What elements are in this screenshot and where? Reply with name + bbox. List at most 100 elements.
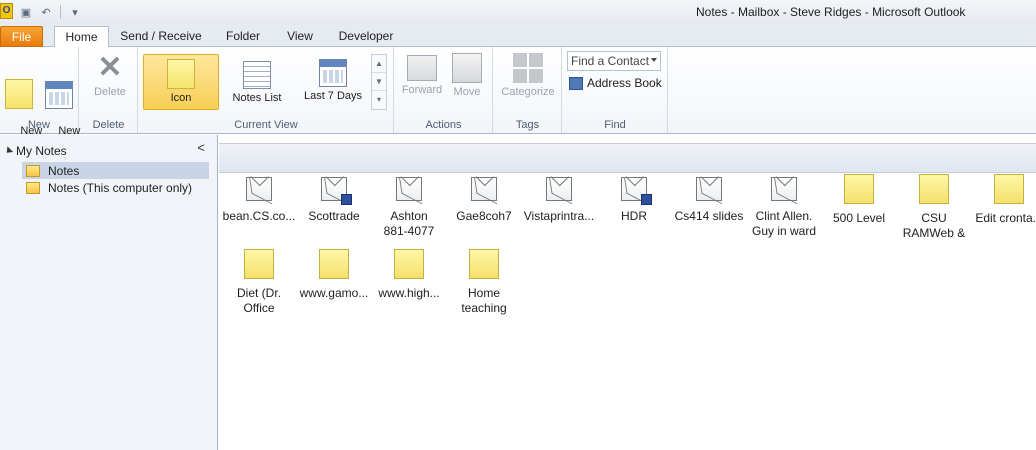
my-notes-header[interactable]: My Notes <box>3 143 210 159</box>
view-gallery-scrollbar[interactable]: ▲ ▼ ▾ <box>371 54 387 110</box>
note-label: Cs414 slides <box>674 209 744 223</box>
tab-home[interactable]: Home <box>54 26 109 48</box>
envelope-icon <box>246 177 272 201</box>
note-item[interactable]: Home teaching <box>444 249 524 316</box>
note-label: Guy in ward <box>751 224 817 238</box>
note-item[interactable]: Cs414 slides <box>669 177 749 224</box>
note-item[interactable]: Ashton 881-4077 <box>369 177 449 239</box>
delete-group: ✕ Delete Delete <box>80 47 138 133</box>
note-item[interactable]: www.gamo... <box>294 249 374 301</box>
nav-item-notes[interactable]: Notes <box>22 162 209 179</box>
nav-item-label: Notes <box>48 163 80 178</box>
sticky-note-icon <box>394 249 424 279</box>
send-receive-icon[interactable]: ▣ <box>18 4 34 20</box>
gallery-more-icon[interactable]: ▾ <box>372 91 386 109</box>
new-group: New Note New Items ▾ New <box>0 47 80 150</box>
icon-view-content: Icon <box>160 59 202 105</box>
notes-folder-icon <box>26 181 40 194</box>
sticky-note-icon <box>167 59 195 89</box>
note-item[interactable]: Clint Allen. Guy in ward <box>744 177 824 239</box>
tab-folder[interactable]: Folder <box>218 26 268 47</box>
note-label: Ashton <box>390 209 428 223</box>
note-item[interactable]: Diet (Dr. Office <box>219 249 299 316</box>
note-item[interactable]: Edit cronta... <box>969 174 1036 226</box>
note-label: Gae8coh7 <box>456 209 512 223</box>
note-item[interactable]: Vistaprintra... <box>519 177 599 224</box>
address-book-button[interactable]: Address Book <box>569 76 662 90</box>
chevron-down-icon[interactable] <box>651 58 657 62</box>
quick-access-toolbar: ▣ ↶ ▾ <box>18 2 83 22</box>
tags-group: Categorize Tags <box>494 47 562 133</box>
tags-group-label: Tags <box>515 119 540 131</box>
actions-group: Forward Move Actions <box>395 47 493 133</box>
new-group-label: New <box>27 119 50 131</box>
ribbon-tabs: File Home Send / Receive Folder View Dev… <box>0 24 1036 48</box>
note-label: Edit cronta... <box>975 211 1036 225</box>
gallery-up-icon[interactable]: ▲ <box>372 55 386 73</box>
sticky-note-icon <box>244 249 274 279</box>
note-label: Home <box>467 286 500 300</box>
ribbon: New Note New Items ▾ New ✕ Delete Delete… <box>0 47 1036 150</box>
last-7-days-label: Last 7 Days <box>303 90 363 102</box>
move-icon <box>452 53 482 83</box>
notes-list-view-button[interactable]: Notes List <box>226 61 288 105</box>
notes-list-icon <box>243 61 271 89</box>
tab-developer[interactable]: Developer <box>334 26 398 47</box>
move-button[interactable]: Move <box>447 53 487 99</box>
notes-list-label: Notes List <box>232 92 282 104</box>
outlook-app-icon[interactable]: O <box>0 3 13 19</box>
note-label: RAMWeb & <box>902 226 966 240</box>
envelope-attachment-icon <box>321 177 352 205</box>
note-item[interactable]: www.high... <box>369 249 449 301</box>
note-label: www.gamo... <box>299 286 369 300</box>
forward-button[interactable]: Forward <box>399 55 445 97</box>
last-7-days-view-button[interactable]: Last 7 Days <box>300 59 366 103</box>
envelope-icon <box>771 177 797 201</box>
envelope-attachment-icon <box>621 177 652 205</box>
find-contact-input[interactable]: Find a Contact <box>567 51 661 71</box>
note-item[interactable]: HDR <box>594 177 674 224</box>
note-label: www.high... <box>378 286 440 300</box>
shortcut-overlay-icon <box>341 194 352 205</box>
note-label: Office <box>243 301 275 315</box>
forward-icon <box>407 55 437 81</box>
notes-folder-icon <box>26 164 40 177</box>
note-label: HDR <box>621 209 647 223</box>
note-item[interactable]: CSU RAMWeb & <box>894 174 974 241</box>
sticky-note-icon <box>919 174 949 204</box>
tab-view[interactable]: View <box>280 26 320 47</box>
delete-x-icon: ✕ <box>97 51 123 84</box>
gallery-down-icon[interactable]: ▼ <box>372 73 386 91</box>
customize-toolbar-icon[interactable]: ▾ <box>67 4 83 20</box>
note-item[interactable]: Scottrade <box>294 177 374 224</box>
actions-group-label: Actions <box>425 119 462 131</box>
delete-label: Delete <box>94 86 126 98</box>
find-group-label: Find <box>604 119 626 131</box>
title-bar: O ▣ ↶ ▾ Notes - Mailbox - Steve Ridges -… <box>0 0 1036 24</box>
note-label: Clint Allen. <box>755 209 813 223</box>
note-label: 881-4077 <box>383 224 435 238</box>
last-7-days-icon <box>319 59 347 87</box>
window-title: Notes - Mailbox - Steve Ridges - Microso… <box>696 5 966 19</box>
tab-send-receive[interactable]: Send / Receive <box>118 26 204 47</box>
nav-item-notes-local[interactable]: Notes (This computer only) <box>22 179 209 196</box>
navigation-pane: My Notes < Notes Notes (This computer on… <box>0 135 218 450</box>
delete-group-label: Delete <box>92 119 125 131</box>
sticky-note-icon <box>469 249 499 279</box>
collapse-pane-icon[interactable]: < <box>197 140 205 155</box>
my-notes-label: My Notes <box>16 144 67 158</box>
move-label: Move <box>453 86 481 98</box>
note-item[interactable]: bean.CS.co... <box>219 177 299 224</box>
note-label: CSU <box>921 211 947 225</box>
undo-icon[interactable]: ↶ <box>38 4 54 20</box>
new-items-icon <box>45 81 73 109</box>
note-item[interactable]: Gae8coh7 <box>444 177 524 224</box>
toolbar-separator <box>60 5 61 19</box>
forward-label: Forward <box>401 84 443 96</box>
delete-button[interactable]: ✕ Delete <box>90 53 130 99</box>
note-label: Diet (Dr. <box>236 286 281 300</box>
tab-file[interactable]: File <box>0 26 43 47</box>
categorize-button[interactable]: Categorize <box>498 53 558 99</box>
note-item[interactable]: 500 Level <box>819 174 899 226</box>
expand-triangle-icon[interactable] <box>3 146 14 156</box>
